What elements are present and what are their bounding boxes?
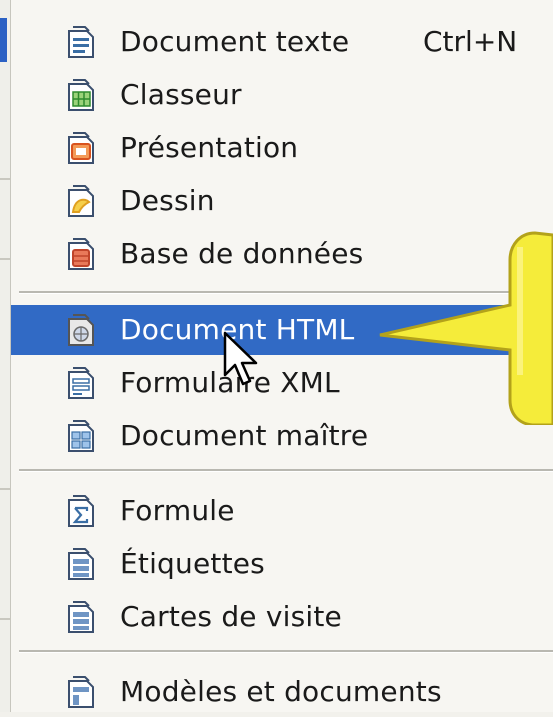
menu-item-formule[interactable]: Formule bbox=[11, 486, 553, 536]
menu-item-presentation[interactable]: Présentation bbox=[11, 123, 553, 173]
business-cards-icon bbox=[68, 601, 94, 633]
presentation-icon bbox=[68, 132, 94, 164]
html-document-icon bbox=[68, 314, 94, 346]
menu-item-label: Cartes de visite bbox=[120, 600, 342, 633]
background-divider bbox=[0, 178, 10, 180]
spreadsheet-icon bbox=[68, 79, 94, 111]
menu-item-label: Base de données bbox=[120, 237, 364, 270]
menu-item-modeles-et-documents[interactable]: Modèles et documents bbox=[11, 667, 553, 717]
database-icon bbox=[68, 238, 94, 270]
menu-item-label: Dessin bbox=[120, 184, 215, 217]
menu-separator bbox=[19, 650, 553, 653]
background-selection bbox=[0, 18, 7, 62]
menu-separator bbox=[19, 469, 553, 472]
templates-icon bbox=[68, 676, 94, 708]
background-divider bbox=[0, 258, 10, 260]
tooltip-callout bbox=[379, 231, 553, 425]
menu-item-cartes-de-visite[interactable]: Cartes de visite bbox=[11, 592, 553, 642]
master-document-icon bbox=[68, 420, 94, 452]
menu-item-dessin[interactable]: Dessin bbox=[11, 176, 553, 226]
drawing-icon bbox=[68, 185, 94, 217]
menu-item-classeur[interactable]: Classeur bbox=[11, 70, 553, 120]
menu-item-document-texte[interactable]: Document texte Ctrl+N bbox=[11, 17, 553, 67]
background-window-edge bbox=[0, 0, 10, 712]
background-divider bbox=[0, 618, 10, 620]
menu-item-label: Document maître bbox=[120, 419, 369, 452]
menu-item-label: Classeur bbox=[120, 78, 242, 111]
background-divider bbox=[0, 488, 10, 490]
labels-icon bbox=[68, 548, 94, 580]
text-document-icon bbox=[68, 26, 94, 58]
menu-item-etiquettes[interactable]: Étiquettes bbox=[11, 539, 553, 589]
menu-item-label: Étiquettes bbox=[120, 547, 265, 580]
menu-item-label: Formule bbox=[120, 494, 235, 527]
menu-item-label: Présentation bbox=[120, 131, 299, 164]
menu-item-label: Document texte bbox=[120, 25, 350, 58]
xml-form-icon bbox=[68, 367, 94, 399]
menu-item-label: Modèles et documents bbox=[120, 675, 442, 708]
menu-item-shortcut: Ctrl+N bbox=[423, 25, 518, 58]
formula-icon bbox=[68, 495, 94, 527]
mouse-cursor-icon bbox=[223, 331, 258, 386]
